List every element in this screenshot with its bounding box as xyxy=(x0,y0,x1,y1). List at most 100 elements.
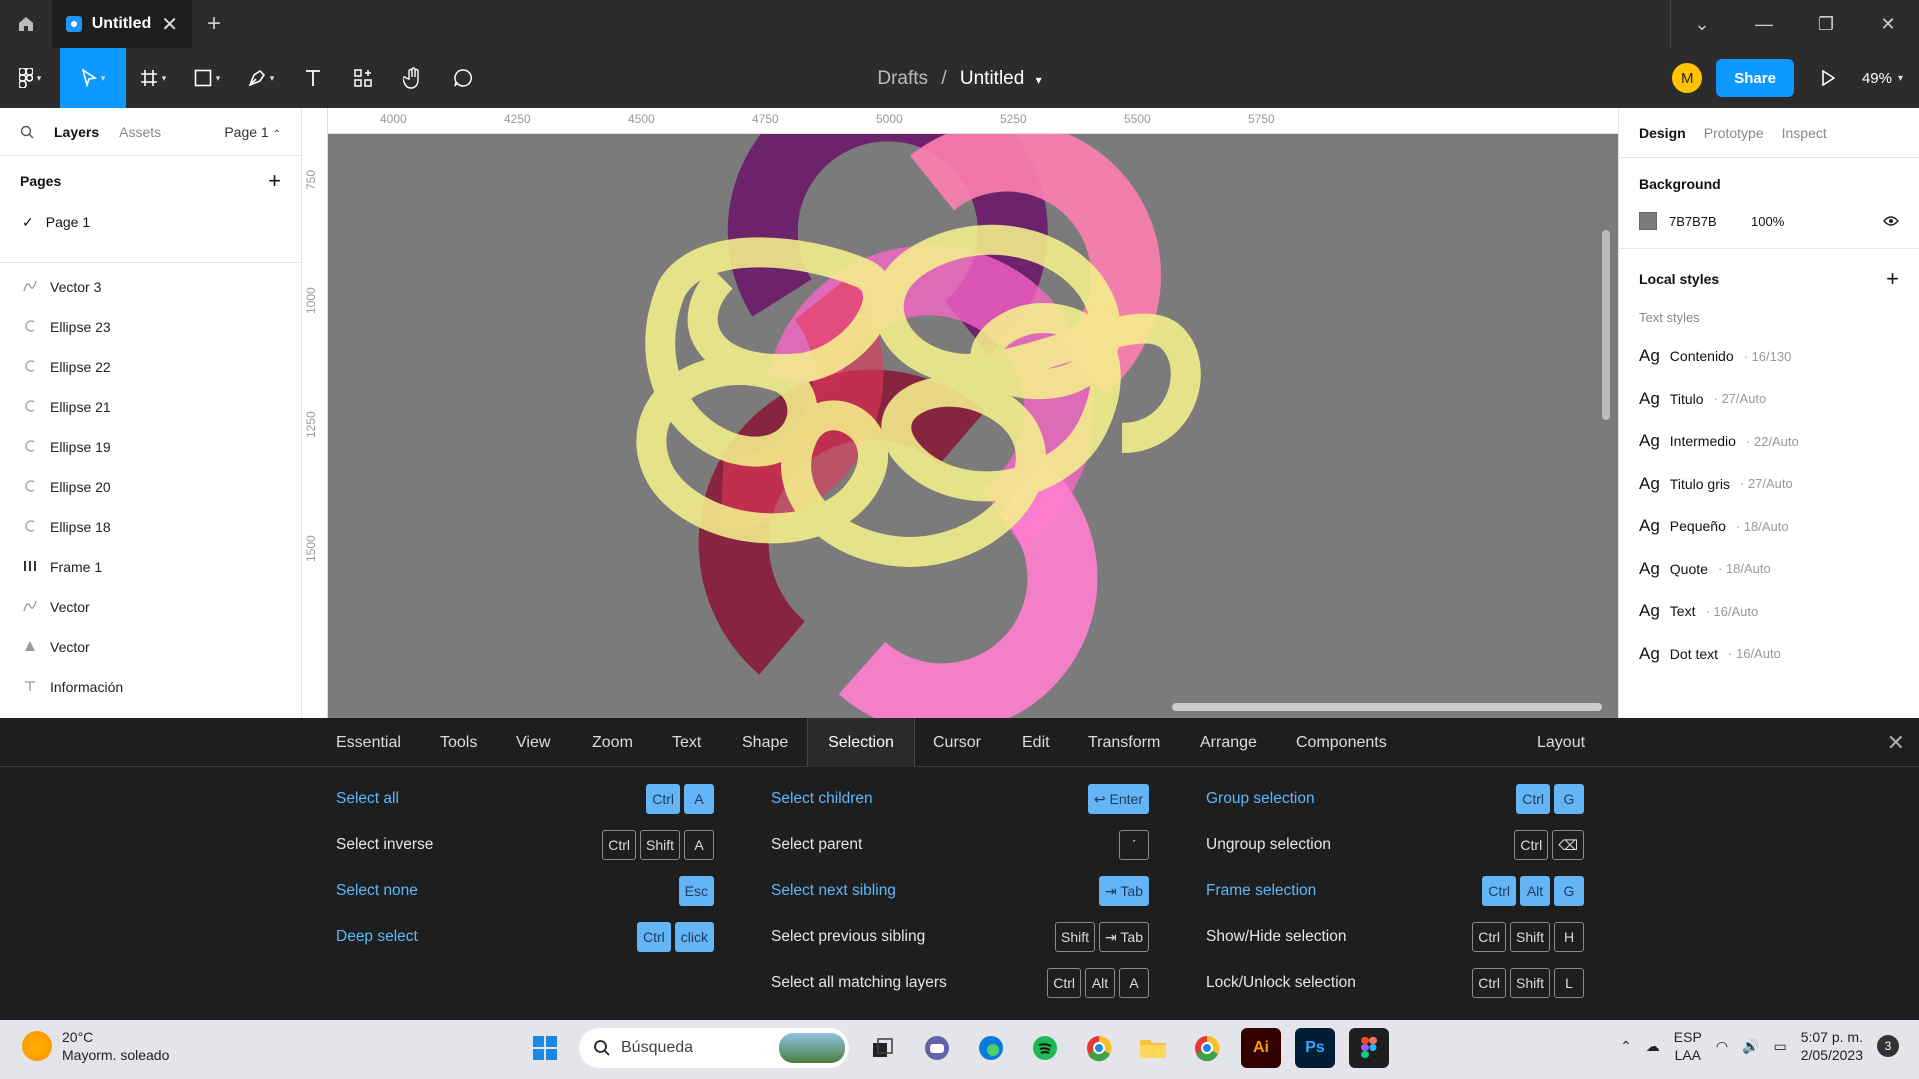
volume-icon[interactable]: 🔊 xyxy=(1742,1038,1759,1055)
taskbar-search[interactable]: Búsqueda xyxy=(579,1028,849,1068)
shortcut-tab[interactable]: View xyxy=(516,718,550,767)
chevron-down-icon[interactable]: ▾ xyxy=(1036,73,1042,87)
key-cap: ⌫ xyxy=(1552,830,1584,860)
clock[interactable]: 5:07 p. m. 2/05/2023 xyxy=(1801,1028,1863,1064)
layer-item[interactable]: Ellipse 22 xyxy=(0,347,301,387)
layer-item[interactable]: Información xyxy=(0,667,301,707)
battery-icon[interactable]: ▭ xyxy=(1773,1038,1786,1055)
search-icon[interactable] xyxy=(20,125,34,139)
present-button[interactable] xyxy=(1808,70,1848,86)
layer-item[interactable]: Ellipse 18 xyxy=(0,507,301,547)
text-style-item[interactable]: Ag Quote · 18/Auto xyxy=(1619,548,1919,591)
task-view-icon[interactable] xyxy=(863,1028,903,1068)
chrome-icon[interactable] xyxy=(1187,1028,1227,1068)
move-tool-button[interactable]: ▾ xyxy=(60,48,126,108)
minimize-icon[interactable]: — xyxy=(1733,0,1795,48)
shortcut-tab[interactable]: Cursor xyxy=(933,718,981,767)
avatar[interactable]: M xyxy=(1672,63,1703,93)
tab-inspect[interactable]: Inspect xyxy=(1782,125,1827,141)
text-style-item[interactable]: Ag Titulo · 27/Auto xyxy=(1619,378,1919,421)
photoshop-icon[interactable]: Ps xyxy=(1295,1028,1335,1068)
tab-prototype[interactable]: Prototype xyxy=(1704,125,1764,141)
layer-item[interactable]: Ellipse 20 xyxy=(0,467,301,507)
shortcut-tab[interactable]: Transform xyxy=(1088,718,1160,767)
layer-item[interactable]: Ellipse 23 xyxy=(0,307,301,347)
comment-tool-button[interactable] xyxy=(438,48,488,108)
chrome-profile-icon[interactable] xyxy=(1079,1028,1119,1068)
new-tab-button[interactable]: + xyxy=(192,0,236,48)
teams-chat-icon[interactable] xyxy=(917,1028,957,1068)
figma-app-icon[interactable] xyxy=(1349,1028,1389,1068)
background-opacity-value[interactable]: 100% xyxy=(1751,214,1784,229)
resources-button[interactable] xyxy=(338,48,388,108)
background-color-swatch[interactable] xyxy=(1639,212,1657,230)
onedrive-icon[interactable]: ☁ xyxy=(1646,1038,1660,1055)
layer-item[interactable]: Vector xyxy=(0,587,301,627)
illustrator-icon[interactable]: Ai xyxy=(1241,1028,1281,1068)
file-explorer-icon[interactable] xyxy=(1133,1028,1173,1068)
main-toolbar: ▾ ▾ ▾ ▾ ▾ Drafts / Untitled ▾ M Share 49… xyxy=(0,48,1919,108)
edge-icon[interactable] xyxy=(971,1028,1011,1068)
layer-item[interactable]: Frame 1 xyxy=(0,547,301,587)
canvas[interactable]: 4000 4250 4500 4750 5000 5250 5500 5750 750 1000… xyxy=(302,108,1618,718)
tab-design[interactable]: Design xyxy=(1639,125,1686,141)
text-style-item[interactable]: Ag Dot text · 16/Auto xyxy=(1619,633,1919,676)
pen-tool-button[interactable]: ▾ xyxy=(234,48,288,108)
shortcut-tab[interactable]: Zoom xyxy=(592,718,633,767)
add-style-button[interactable]: + xyxy=(1886,266,1899,292)
shortcut-tab[interactable]: Essential xyxy=(336,718,401,767)
layer-item[interactable]: Ellipse 19 xyxy=(0,427,301,467)
close-shortcuts-icon[interactable]: ✕ xyxy=(1887,730,1905,756)
hand-tool-button[interactable] xyxy=(388,48,438,108)
notification-badge[interactable]: 3 xyxy=(1877,1035,1899,1057)
home-icon[interactable] xyxy=(0,0,52,48)
file-name[interactable]: Untitled xyxy=(960,68,1024,89)
cursor-icon xyxy=(81,69,97,87)
file-tab[interactable]: Untitled ✕ xyxy=(52,0,192,48)
weather-widget[interactable]: 20°C Mayorm. soleado xyxy=(22,1028,169,1064)
page-item[interactable]: ✓ Page 1 xyxy=(0,206,301,238)
share-button[interactable]: Share xyxy=(1716,59,1794,97)
windows-start-icon[interactable] xyxy=(525,1028,565,1068)
shortcut-tab[interactable]: Shape xyxy=(742,718,788,767)
shortcut-tab[interactable]: Selection xyxy=(807,718,915,767)
eye-icon[interactable] xyxy=(1883,215,1899,227)
keyboard-shortcuts-panel: Essential Tools View Zoom Text Shape Selection… xyxy=(0,718,1919,1020)
shortcut-tab[interactable]: Edit xyxy=(1022,718,1050,767)
main-menu-button[interactable]: ▾ xyxy=(0,48,60,108)
layer-item[interactable]: Vector xyxy=(0,627,301,667)
text-style-item[interactable]: Ag Titulo gris · 27/Auto xyxy=(1619,463,1919,506)
layer-item[interactable]: Ellipse 21 xyxy=(0,387,301,427)
language-indicator[interactable]: ESP LAA xyxy=(1674,1028,1702,1064)
zoom-dropdown[interactable]: 49% ▾ xyxy=(1862,70,1903,87)
breadcrumb-drafts[interactable]: Drafts xyxy=(877,68,928,89)
layer-item[interactable]: Vector 3 xyxy=(0,267,301,307)
tab-layers[interactable]: Layers xyxy=(54,124,99,140)
background-hex-value[interactable]: 7B7B7B xyxy=(1669,214,1739,229)
shortcut-tab[interactable]: Arrange xyxy=(1200,718,1257,767)
close-window-icon[interactable]: ✕ xyxy=(1857,0,1919,48)
tab-assets[interactable]: Assets xyxy=(119,124,161,140)
page-selector[interactable]: Page 1 ⌃ xyxy=(224,124,281,140)
shortcut-label: Select inverse xyxy=(336,836,434,853)
text-style-item[interactable]: Ag Intermedio · 22/Auto xyxy=(1619,420,1919,463)
chevron-down-icon[interactable]: ⌄ xyxy=(1671,0,1733,48)
restore-icon[interactable]: ❐ xyxy=(1795,0,1857,48)
shortcut-tab[interactable]: Layout xyxy=(1537,718,1585,767)
spotify-icon[interactable] xyxy=(1025,1028,1065,1068)
wifi-icon[interactable]: ◠ xyxy=(1716,1038,1728,1055)
horizontal-scrollbar[interactable] xyxy=(1172,703,1602,711)
close-tab-icon[interactable]: ✕ xyxy=(161,12,178,37)
shortcut-tab[interactable]: Tools xyxy=(440,718,477,767)
text-tool-button[interactable] xyxy=(288,48,338,108)
text-style-item[interactable]: Ag Text · 16/Auto xyxy=(1619,590,1919,633)
shortcut-tab[interactable]: Text xyxy=(672,718,701,767)
add-page-button[interactable]: + xyxy=(268,168,281,194)
shape-tool-button[interactable]: ▾ xyxy=(180,48,234,108)
vertical-scrollbar[interactable] xyxy=(1602,230,1610,420)
text-style-item[interactable]: Ag Pequeño · 18/Auto xyxy=(1619,505,1919,548)
shortcut-tab[interactable]: Components xyxy=(1296,718,1387,767)
chevron-up-icon[interactable]: ⌃ xyxy=(1620,1038,1632,1055)
frame-tool-button[interactable]: ▾ xyxy=(126,48,180,108)
text-style-item[interactable]: Ag Contenido · 16/130 xyxy=(1619,335,1919,378)
